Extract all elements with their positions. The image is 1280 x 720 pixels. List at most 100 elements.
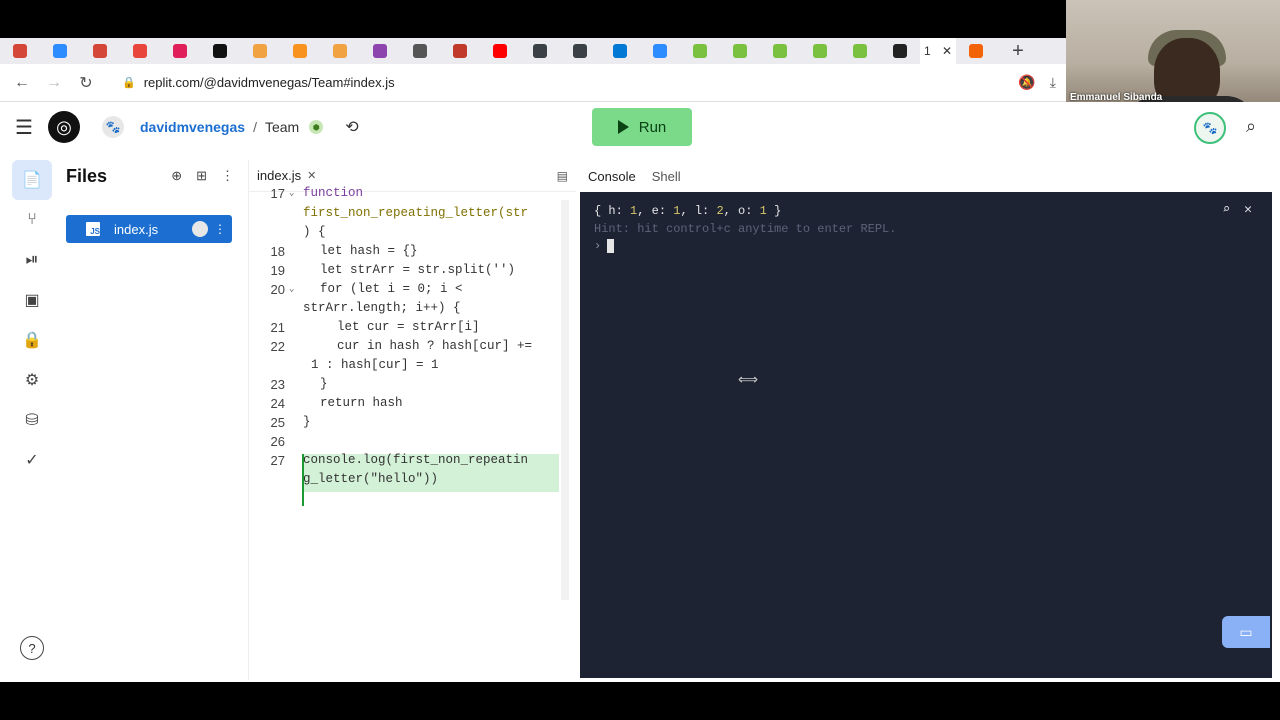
code-line: 1 : hash[cur] = 1 [311, 358, 439, 372]
favicon-icon [373, 44, 387, 58]
file-item-index-js[interactable]: JS index.js ⋮ [66, 215, 232, 243]
owner-avatar[interactable]: 🐾 [102, 116, 124, 138]
code-line: } [320, 377, 328, 391]
browser-tab[interactable] [80, 38, 120, 64]
address-bar: ← → ↻ 🔒 replit.com/@davidmvenegas/Team#i… [0, 64, 1066, 102]
secrets-lock-icon[interactable]: 🔒 [12, 320, 52, 360]
code-line: cur in hash ? hash[cur] += [337, 339, 533, 353]
database-icon[interactable]: ⛁ [12, 400, 52, 440]
line-number: 23 [270, 377, 285, 392]
console-output[interactable]: { h: 1, e: 1, l: 2, o: 1 } Hint: hit con… [580, 192, 1272, 678]
fold-chevron-icon[interactable]: ⌄ [289, 188, 294, 198]
browser-tab[interactable] [120, 38, 160, 64]
favicon-icon [213, 44, 227, 58]
browser-tab[interactable] [840, 38, 880, 64]
new-folder-icon[interactable]: ⊞ [196, 168, 207, 184]
editor-tab-close-icon[interactable]: ✕ [307, 169, 316, 182]
favicon-icon [13, 44, 27, 58]
browser-tab-replit[interactable] [956, 38, 996, 64]
console-tab-bar: Console Shell [580, 160, 1272, 192]
debugger-icon[interactable]: ⏯ [12, 240, 52, 280]
browser-tab[interactable] [0, 38, 40, 64]
tool-rail: 📄 ⑂ ⏯ ▣ 🔒 ⚙ ⛁ ✓ [0, 160, 64, 680]
browser-tab[interactable] [440, 38, 480, 64]
browser-tab[interactable] [760, 38, 800, 64]
console-hint: Hint: hit control+c anytime to enter REP… [594, 222, 897, 236]
browser-tab[interactable] [280, 38, 320, 64]
user-avatar[interactable]: 🐾 [1194, 112, 1226, 144]
new-tab-button[interactable]: + [996, 40, 1040, 63]
browser-tab[interactable] [160, 38, 200, 64]
line-number: 19 [270, 263, 285, 278]
project-name[interactable]: Team [265, 119, 299, 135]
tab-shell[interactable]: Shell [644, 169, 689, 184]
line-number: 20 [270, 282, 285, 297]
browser-tab[interactable] [640, 38, 680, 64]
favicon-icon [413, 44, 427, 58]
browser-tab-active[interactable]: 1 ✕ [920, 38, 956, 64]
settings-gear-icon[interactable]: ⚙ [12, 360, 52, 400]
layout-icon[interactable]: ▤ [557, 169, 568, 183]
console-close-icon[interactable]: ✕ [1244, 202, 1252, 217]
run-button[interactable]: Run [592, 108, 692, 146]
fold-chevron-icon[interactable]: ⌄ [289, 284, 294, 294]
browser-tab[interactable] [400, 38, 440, 64]
files-icon[interactable]: 📄 [12, 160, 52, 200]
play-icon [617, 120, 629, 134]
browser-tab[interactable] [200, 38, 240, 64]
download-icon[interactable]: ⤓ [1050, 74, 1056, 91]
browser-tab[interactable] [720, 38, 760, 64]
browser-tab[interactable] [680, 38, 720, 64]
favicon-icon [53, 44, 67, 58]
browser-tab[interactable] [360, 38, 400, 64]
search-icon[interactable]: ⌕ [1246, 116, 1256, 137]
console-prompt[interactable]: › [594, 239, 615, 253]
lock-icon: 🔒 [122, 77, 136, 89]
chat-icon[interactable]: ▭ [1222, 616, 1270, 648]
replit-favicon-icon [969, 44, 983, 58]
browser-tab[interactable] [480, 38, 520, 64]
prompt-chevron-icon: › [594, 239, 602, 253]
url-text: replit.com/@davidmvenegas/Team#index.js [143, 75, 395, 90]
owner-link[interactable]: davidmvenegas [140, 119, 245, 135]
checkmark-icon[interactable]: ✓ [12, 440, 52, 480]
history-icon[interactable]: ⟲ [345, 117, 358, 137]
browser-tab[interactable] [600, 38, 640, 64]
forward-arrow-icon[interactable]: → [38, 67, 70, 99]
new-file-icon[interactable]: ⊕ [171, 168, 182, 184]
line-number: 21 [270, 320, 285, 335]
line-number: 22 [270, 339, 285, 354]
browser-tab[interactable] [320, 38, 360, 64]
browser-tab[interactable] [880, 38, 920, 64]
console-search-icon[interactable]: ⌕ [1222, 202, 1230, 217]
url-field[interactable]: 🔒 replit.com/@davidmvenegas/Team#index.j… [112, 69, 405, 97]
tab-close-icon[interactable]: ✕ [942, 44, 952, 58]
browser-tab[interactable] [40, 38, 80, 64]
favicon-icon [813, 44, 827, 58]
code-line: } [303, 415, 311, 429]
menu-icon[interactable]: ☰ [0, 115, 48, 140]
replit-logo-icon[interactable]: ◎ [48, 111, 80, 143]
version-control-icon[interactable]: ⑂ [12, 200, 52, 240]
js-file-icon: JS [86, 222, 100, 236]
tab-console[interactable]: Console [580, 169, 644, 184]
favicon-icon [493, 44, 507, 58]
more-options-icon[interactable]: ⋮ [221, 168, 234, 184]
code-line: let cur = strArr[i] [337, 320, 480, 334]
mute-icon[interactable]: 🔕 [1018, 74, 1035, 91]
back-arrow-icon[interactable]: ← [6, 67, 38, 99]
browser-tab[interactable] [240, 38, 280, 64]
packages-icon[interactable]: ▣ [12, 280, 52, 320]
file-more-icon[interactable]: ⋮ [214, 222, 226, 236]
browser-tab[interactable] [800, 38, 840, 64]
console-pane: Console Shell { h: 1, e: 1, l: 2, o: 1 }… [580, 160, 1272, 680]
tab-index-js[interactable]: index.js ✕ [257, 168, 316, 183]
browser-tab[interactable] [560, 38, 600, 64]
help-icon[interactable]: ? [20, 636, 44, 660]
browser-tab[interactable] [520, 38, 560, 64]
app-header: ☰ ◎ 🐾 davidmvenegas / Team ⬢ ⟲ Run 🐾 ⌕ [0, 102, 1280, 152]
webcam-overlay: Emmanuel Sibanda [1066, 0, 1280, 107]
editor-scrollbar[interactable] [561, 200, 569, 600]
favicon-icon [253, 44, 267, 58]
reload-icon[interactable]: ↻ [70, 67, 102, 99]
